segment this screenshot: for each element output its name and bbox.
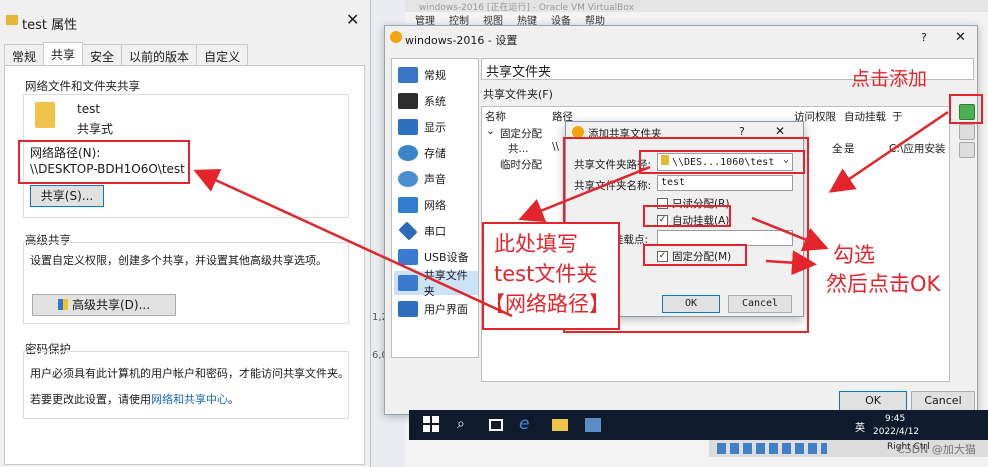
annotation-arrows (193, 110, 949, 318)
arrow-permanent (765, 250, 817, 276)
arrow-from-path-field (518, 165, 651, 223)
arrow-to-add-button (828, 110, 949, 193)
arrow-automount (751, 216, 829, 252)
arrow-to-network-path (193, 168, 513, 318)
